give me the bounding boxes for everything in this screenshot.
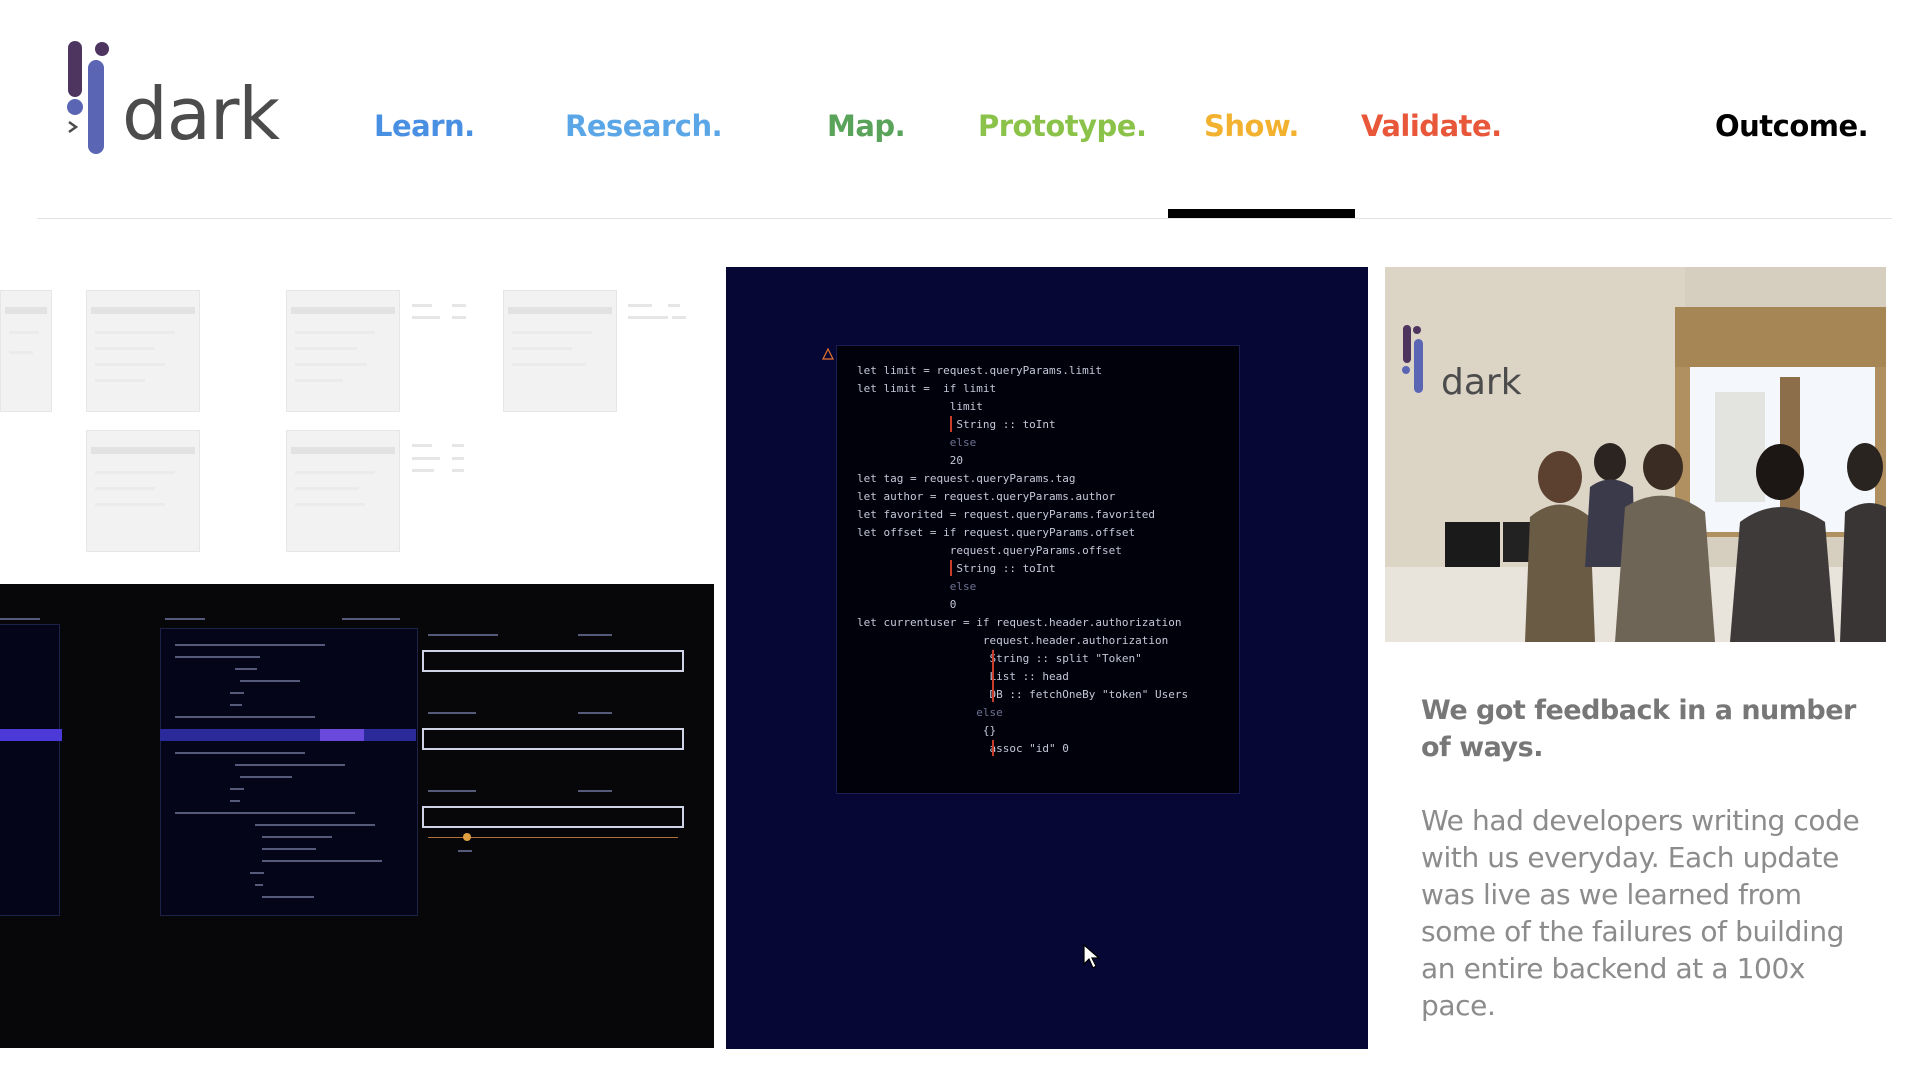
wireframe-card xyxy=(286,290,400,412)
pipe-indicator xyxy=(950,560,952,576)
code-line: let tag = request.queryParams.tag xyxy=(857,472,1076,485)
feedback-card: We got feedback in a number of ways. We … xyxy=(1385,642,1886,1048)
code-line: else xyxy=(857,706,1003,719)
code-line: let author = request.queryParams.author xyxy=(857,490,1116,503)
code-line: let offset = if request.queryParams.offs… xyxy=(857,526,1136,539)
code-line: DB :: fetchOneBy "token" Users xyxy=(857,688,1189,701)
code-line: List :: head xyxy=(857,670,1069,683)
code-line: limit xyxy=(857,400,983,413)
photo-illustration xyxy=(1385,267,1886,642)
pipe-indicator xyxy=(992,650,994,702)
nav-research[interactable]: Research. xyxy=(565,112,723,141)
code-line: let favorited = request.queryParams.favo… xyxy=(857,508,1156,521)
nav-prototype[interactable]: Prototype. xyxy=(978,112,1147,141)
logo-bar-purple xyxy=(68,41,82,97)
warning-icon xyxy=(822,348,834,360)
logo-chevron xyxy=(68,120,79,134)
code-line: 20 xyxy=(857,454,963,467)
pipe-indicator xyxy=(992,740,994,756)
wireframe-thumbnails xyxy=(0,265,723,585)
code-panel: let limit = request.queryParams.limit le… xyxy=(726,267,1368,1049)
card-body: We had developers writing code with us e… xyxy=(1421,804,1860,1022)
code-line: else xyxy=(857,580,977,593)
wireframe-card xyxy=(86,290,200,412)
mouse-cursor-icon xyxy=(1083,944,1101,969)
code-editor: let limit = request.queryParams.limit le… xyxy=(836,345,1240,794)
nav-map[interactable]: Map. xyxy=(827,112,906,141)
code-line: assoc "id" 0 xyxy=(857,742,1069,755)
code-line: else xyxy=(857,436,977,449)
code-line: 0 xyxy=(857,598,957,611)
code-line: let limit = request.queryParams.limit xyxy=(857,364,1103,377)
team-photo: dark xyxy=(1385,267,1886,642)
code-line: {} xyxy=(857,724,997,737)
header-divider xyxy=(37,218,1892,219)
photo-wall-logo-text: dark xyxy=(1441,362,1522,403)
code-line: request.queryParams.offset xyxy=(857,544,1122,557)
logo-dot-purple xyxy=(95,42,109,56)
logo-bar-blue xyxy=(88,60,104,154)
wireframe-card xyxy=(86,430,200,552)
code-line: String :: split "Token" xyxy=(857,652,1142,665)
wireframe-card xyxy=(286,430,400,552)
card-heading: We got feedback in a number of ways. xyxy=(1421,695,1856,763)
code-line: let limit = if limit xyxy=(857,382,997,395)
nav-learn[interactable]: Learn. xyxy=(374,112,475,141)
wireframe-card xyxy=(0,290,52,412)
code-line: String :: toInt xyxy=(857,562,1056,575)
wireframe-card xyxy=(503,290,617,412)
logo-wordmark: dark xyxy=(122,72,280,156)
code-line: String :: toInt xyxy=(857,418,1056,431)
editor-screenshot xyxy=(0,584,714,1048)
nav-validate[interactable]: Validate. xyxy=(1361,112,1502,141)
logo-dot-blue xyxy=(67,99,83,115)
code-line: request.header.authorization xyxy=(857,634,1169,647)
nav-show[interactable]: Show. xyxy=(1204,112,1299,141)
code-line: let currentuser = if request.header.auth… xyxy=(857,616,1182,629)
nav-outcome[interactable]: Outcome. xyxy=(1715,112,1869,141)
pipe-indicator xyxy=(950,416,952,432)
nav-active-indicator xyxy=(1168,209,1355,218)
